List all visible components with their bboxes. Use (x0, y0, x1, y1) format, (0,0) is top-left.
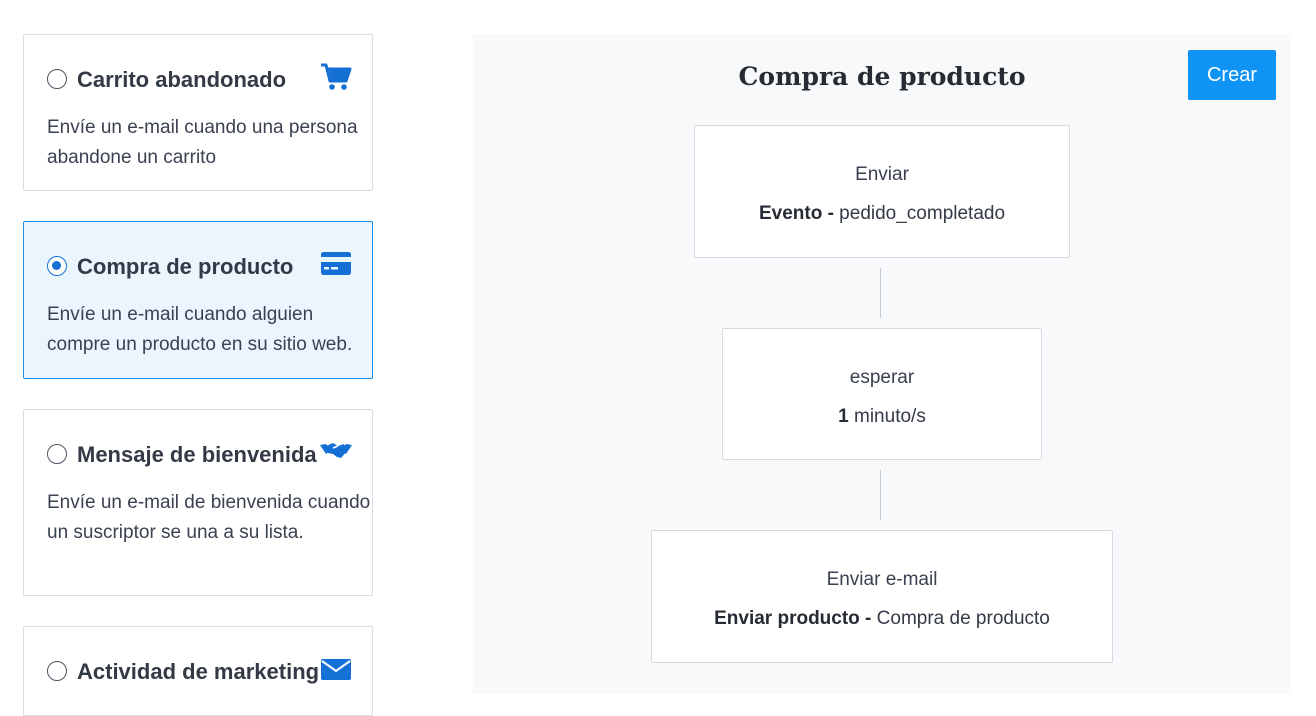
radio-marketing-activity[interactable] (47, 661, 67, 681)
flow-step-send-email[interactable]: Enviar e-mail Enviar producto - Compra d… (651, 530, 1113, 663)
card-title: Mensaje de bienvenida (77, 442, 317, 467)
handshake-icon (320, 437, 352, 467)
step-detail-label: Enviar producto - (714, 608, 872, 629)
step-detail-value: Compra de producto (871, 608, 1050, 629)
template-card-welcome-message[interactable]: Mensaje de bienvenida Envíe un e-mail de… (23, 409, 373, 596)
template-card-marketing-activity[interactable]: Actividad de marketing (23, 626, 373, 716)
step-detail-label: Evento - (758, 203, 834, 224)
card-title: Actividad de marketing (77, 659, 320, 684)
card-title: Carrito abandonado (77, 67, 287, 92)
flow-title: Compra de producto (738, 62, 1026, 91)
cart-icon (320, 62, 352, 92)
step-detail: Enviar producto - Compra de producto (652, 608, 1112, 630)
envelope-icon (320, 654, 352, 684)
step-detail: Evento - pedido_completado (695, 203, 1069, 225)
create-button[interactable]: Crear (1188, 50, 1276, 100)
radio-abandoned-cart[interactable] (47, 69, 67, 89)
radio-welcome-message[interactable] (47, 444, 67, 464)
card-header: Compra de producto (47, 252, 352, 279)
flow-step-trigger[interactable]: Enviar Evento - pedido_completado (694, 125, 1070, 258)
flow-step-wait[interactable]: esperar 1 minuto/s (722, 328, 1042, 460)
step-type: Enviar (855, 164, 909, 185)
step-detail-value: minuto/s (848, 406, 926, 427)
card-header: Actividad de marketing (47, 659, 352, 684)
step-type: esperar (849, 367, 915, 388)
step-detail-value: pedido_completado (833, 203, 1006, 224)
card-header: Mensaje de bienvenida (47, 443, 352, 467)
flow-preview-panel: Compra de producto Crear Enviar Evento -… (473, 34, 1291, 694)
credit-card-icon (320, 249, 352, 279)
card-description: Envíe un e-mail de bienvenida cuando un … (47, 492, 371, 543)
step-detail: 1 minuto/s (723, 406, 1041, 428)
card-description: Envíe un e-mail cuando una persona aband… (47, 117, 358, 168)
step-detail-label: 1 (838, 406, 849, 427)
template-card-product-purchase[interactable]: Compra de producto Envíe un e-mail cuand… (23, 221, 373, 379)
card-title: Compra de producto (77, 254, 294, 279)
template-card-abandoned-cart[interactable]: Carrito abandonado Envíe un e-mail cuand… (23, 34, 373, 191)
flow-connector (880, 268, 881, 318)
card-description: Envíe un e-mail cuando alguien compre un… (47, 304, 353, 355)
step-type: Enviar e-mail (826, 569, 938, 590)
radio-product-purchase[interactable] (47, 256, 67, 276)
flow-connector (880, 470, 881, 520)
card-header: Carrito abandonado (47, 63, 352, 92)
